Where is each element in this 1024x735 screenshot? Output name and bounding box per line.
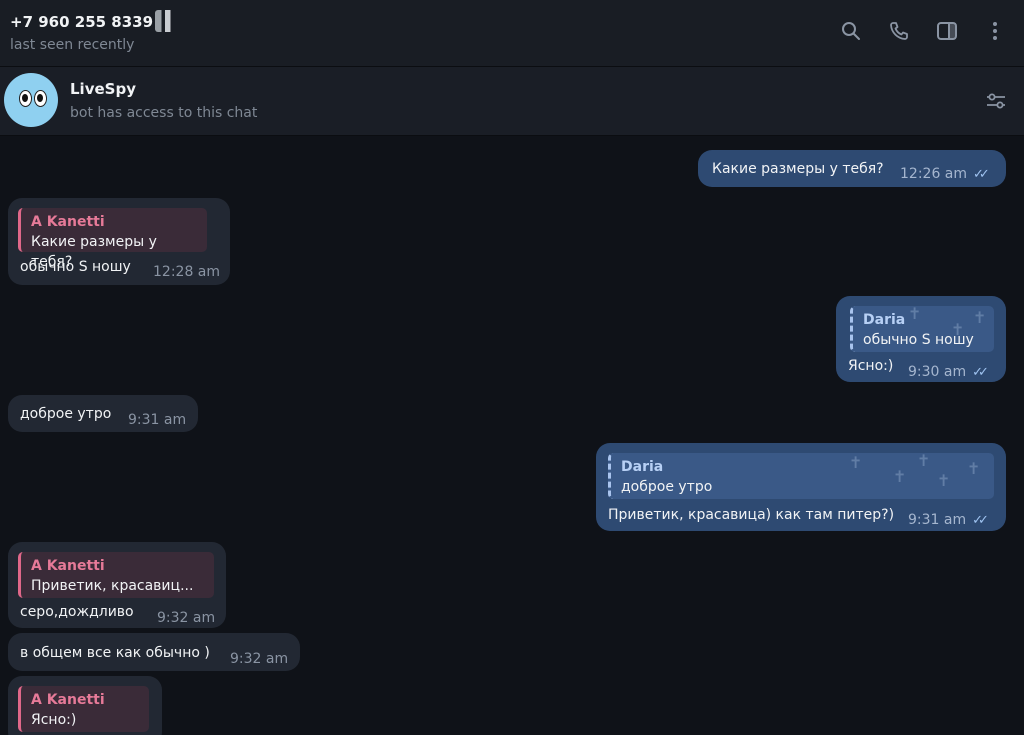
reply-text: обычно S ношу <box>863 332 974 348</box>
bot-name: LiveSpy <box>70 80 136 98</box>
read-checkmarks-icon: ✓✓ <box>972 513 989 528</box>
reply-preview[interactable]: ✝ ✝ ✝ Daria обычно S ношу <box>850 306 994 352</box>
read-checkmarks-icon: ✓✓ <box>972 365 989 380</box>
reply-author: A Kanetti <box>31 214 105 230</box>
message-time: 9:30 am ✓✓ <box>908 364 989 380</box>
message-incoming[interactable]: A Kanetti Приветик, красавиц... серо,дож… <box>8 542 226 628</box>
message-time: 12:28 am <box>153 264 221 280</box>
header-actions <box>840 20 1006 42</box>
reply-author: Daria <box>863 312 906 328</box>
avatar-eye-right <box>34 90 47 107</box>
message-text: серо,дождливо <box>20 604 134 620</box>
chat-header: +7 960 255 8339 last seen recently <box>0 0 1024 67</box>
contact-status: last seen recently <box>10 37 135 53</box>
bot-description: bot has access to this chat <box>70 105 258 121</box>
chat-window: +7 960 255 8339 last seen recently LiveS… <box>0 0 1024 735</box>
settings-sliders-icon[interactable] <box>984 89 1008 113</box>
reply-author: A Kanetti <box>31 692 105 708</box>
message-time: 9:31 am ✓✓ <box>908 512 989 528</box>
contact-name-row[interactable]: +7 960 255 8339 <box>10 10 178 32</box>
reply-preview[interactable]: A Kanetti Приветик, красавиц... <box>18 552 214 598</box>
message-incoming[interactable]: A Kanetti Какие размеры у тебя? обычно S… <box>8 198 230 285</box>
message-text: Ясно:) <box>848 358 894 374</box>
search-icon[interactable] <box>840 20 862 42</box>
message-incoming[interactable]: A Kanetti Ясно:) <box>8 676 162 735</box>
message-outgoing[interactable]: Какие размеры у тебя? 12:26 am ✓✓ <box>698 150 1006 187</box>
reply-text: Приветик, красавиц... <box>31 578 194 594</box>
sidebar-toggle-icon[interactable] <box>936 20 958 42</box>
message-text: доброе утро <box>20 406 112 422</box>
bot-access-bar[interactable]: LiveSpy bot has access to this chat <box>0 67 1024 136</box>
message-incoming[interactable]: в общем все как обычно ) 9:32 am <box>8 633 300 671</box>
bot-avatar <box>4 73 58 127</box>
reply-text: Ясно:) <box>31 712 77 728</box>
message-text: обычно S ношу <box>20 259 131 275</box>
reply-preview[interactable]: A Kanetti Какие размеры у тебя? <box>18 208 207 270</box>
message-outgoing[interactable]: ✝ ✝ ✝ Daria обычно S ношу Ясно:) 9:30 am… <box>836 296 1006 382</box>
message-time: 9:32 am <box>230 651 289 667</box>
emoji-status-icon <box>155 10 178 32</box>
avatar-eye-left <box>19 90 32 107</box>
message-text: Приветик, красавица) как там питер?) <box>608 507 895 523</box>
reply-author: A Kanetti <box>31 558 105 574</box>
contact-name[interactable]: +7 960 255 8339 <box>10 13 153 31</box>
message-outgoing[interactable]: ✝ ✝ ✝ ✝ ✝ Daria доброе утро Приветик, кр… <box>596 443 1006 531</box>
reply-text: доброе утро <box>621 479 713 495</box>
reply-preview[interactable]: A Kanetti Ясно:) <box>18 686 149 732</box>
message-text: в общем все как обычно ) <box>20 645 210 661</box>
message-time: 9:32 am <box>157 610 216 626</box>
more-vertical-icon[interactable] <box>984 20 1006 42</box>
message-incoming[interactable]: доброе утро 9:31 am <box>8 395 198 432</box>
reply-preview[interactable]: ✝ ✝ ✝ ✝ ✝ Daria доброе утро <box>608 453 994 499</box>
message-time: 12:26 am ✓✓ <box>900 166 990 182</box>
phone-icon[interactable] <box>888 20 910 42</box>
message-time: 9:31 am <box>128 412 187 428</box>
message-text: Какие размеры у тебя? <box>712 161 884 177</box>
read-checkmarks-icon: ✓✓ <box>973 167 990 182</box>
